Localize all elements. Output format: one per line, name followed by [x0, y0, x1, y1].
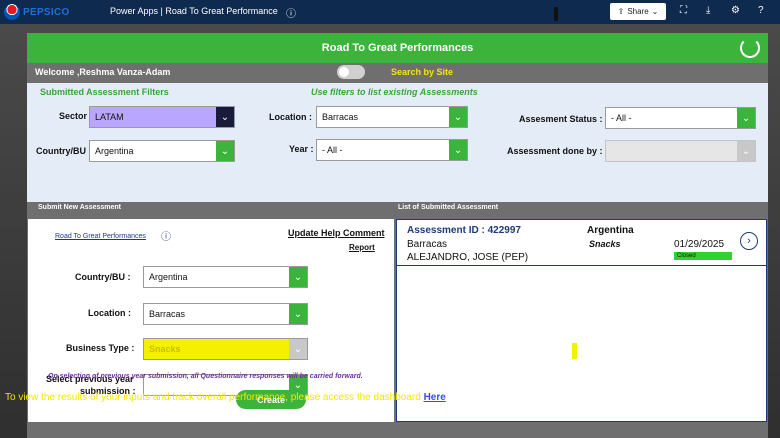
chevron-down-icon: ⌄	[737, 108, 755, 128]
status-badge: Closed	[674, 252, 732, 260]
new-location-value: Barracas	[149, 309, 186, 319]
pepsico-logo: PEPSICO	[4, 4, 70, 20]
refresh-icon[interactable]	[740, 38, 760, 58]
chevron-down-icon: ⌄	[449, 140, 467, 160]
assessment-date: 01/29/2025	[674, 239, 725, 250]
chevron-down-icon: ⌄	[289, 267, 307, 287]
location-value: Barracas	[322, 112, 359, 122]
page-title-bar: Road To Great Performances	[27, 33, 768, 63]
status-value: - All -	[611, 113, 632, 123]
assessment-country: Argentina	[587, 225, 634, 236]
chevron-down-icon: ⌄	[651, 7, 659, 16]
dashboard-link[interactable]: Here	[424, 392, 446, 403]
assessment-person: ALEJANDRO, JOSE (PEP)	[407, 252, 529, 263]
done-by-label: Assessment done by :	[507, 146, 603, 156]
app-topbar: PEPSICO Power Apps | Road To Great Perfo…	[0, 0, 780, 24]
chevron-down-icon: ⌄	[216, 141, 234, 161]
chevron-down-icon: ⌄	[216, 107, 234, 127]
sector-label: Sector	[59, 111, 88, 121]
carry-forward-note: On selection of previous year submission…	[48, 373, 363, 380]
year-label: Year :	[289, 144, 314, 154]
assessment-id: Assessment ID : 422997	[407, 225, 521, 236]
location-label: Location :	[269, 112, 312, 122]
search-by-site-label: Search by Site	[391, 67, 454, 77]
fit-screen-icon[interactable]: ⛶	[680, 5, 687, 16]
year-dropdown[interactable]: - All - ⌄	[316, 139, 468, 161]
filters-panel: Submitted Assessment Filters Use filters…	[27, 83, 768, 202]
country-dropdown[interactable]: Argentina ⌄	[89, 140, 235, 162]
app-canvas: Road To Great Performances Welcome ,Resh…	[27, 33, 768, 438]
new-location-label: Location :	[88, 308, 131, 318]
help-icon[interactable]: ?	[758, 5, 764, 16]
list-item[interactable]: Assessment ID : 422997 Argentina Barraca…	[397, 220, 766, 266]
country-label: Country/BU	[36, 146, 86, 156]
status-label: Assesment Status :	[519, 114, 603, 124]
app-title: Power Apps | Road To Great Performance	[110, 6, 278, 16]
sector-dropdown[interactable]: LATAM ⌄	[89, 106, 235, 128]
report-link[interactable]: Report	[349, 243, 375, 252]
new-country-dropdown[interactable]: Argentina ⌄	[143, 266, 308, 288]
business-type-label: Business Type :	[66, 343, 135, 353]
dark-marker	[554, 7, 558, 21]
info-icon[interactable]: ⓘ	[286, 5, 296, 20]
new-location-dropdown[interactable]: Barracas ⌄	[143, 303, 308, 325]
footer-text: To view the results of your inputs and t…	[5, 392, 446, 403]
filters-title: Submitted Assessment Filters	[40, 87, 169, 97]
location-dropdown[interactable]: Barracas ⌄	[316, 106, 468, 128]
business-type-value: Snacks	[149, 344, 181, 354]
submit-panel-header: Submit New Assessment	[38, 204, 121, 211]
share-icon: ⇪	[617, 7, 625, 16]
footer-message: To view the results of your inputs and t…	[5, 392, 421, 403]
new-country-label: Country/BU :	[75, 272, 131, 282]
business-type-dropdown[interactable]: Snacks ⌄	[143, 338, 308, 360]
info-icon[interactable]: ⓘ	[161, 228, 171, 243]
welcome-text: Welcome ,Reshma Vanza-Adam	[35, 67, 171, 77]
country-value: Argentina	[95, 146, 134, 156]
year-value: - All -	[322, 145, 343, 155]
gear-icon[interactable]: ⚙	[731, 5, 740, 16]
chevron-down-icon: ⌄	[289, 339, 307, 359]
yellow-marker	[572, 343, 577, 359]
share-button[interactable]: ⇪ Share ⌄	[610, 3, 666, 20]
sector-value: LATAM	[95, 112, 124, 122]
filters-hint: Use filters to list existing Assessments	[311, 87, 478, 97]
chevron-right-icon[interactable]: ›	[740, 232, 758, 250]
rtgp-link[interactable]: Road To Great Performances	[55, 233, 146, 240]
brand-text: PEPSICO	[23, 6, 70, 18]
chevron-down-icon: ⌄	[449, 107, 467, 127]
new-country-value: Argentina	[149, 272, 188, 282]
chevron-down-icon: ⌄	[737, 141, 755, 161]
submitted-list-panel: Assessment ID : 422997 Argentina Barraca…	[396, 219, 767, 422]
toggle-knob	[339, 67, 349, 77]
chevron-down-icon: ⌄	[289, 304, 307, 324]
pepsico-globe-icon	[4, 4, 20, 20]
share-label: Share	[627, 7, 649, 16]
assessment-business: Snacks	[589, 239, 621, 249]
done-by-dropdown[interactable]: ⌄	[605, 140, 756, 162]
page-title: Road To Great Performances	[321, 42, 474, 54]
update-help-link[interactable]: Update Help Comment	[288, 228, 385, 238]
list-panel-header: List of Submitted Assessment	[398, 204, 499, 211]
status-dropdown[interactable]: - All - ⌄	[605, 107, 756, 129]
search-by-site-toggle[interactable]	[337, 65, 365, 79]
download-icon[interactable]: ⤓	[706, 5, 710, 16]
assessment-location: Barracas	[407, 239, 448, 250]
